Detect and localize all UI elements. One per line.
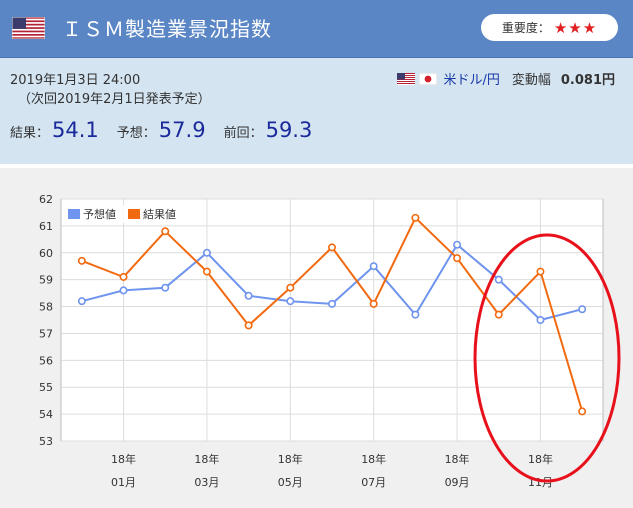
result-label: 結果：	[10, 126, 50, 141]
importance-badge: 重要度： ★★★	[481, 14, 618, 41]
result-data-point	[286, 283, 295, 292]
x-tick-year-label: 18年	[111, 452, 136, 466]
y-tick-label: 62	[39, 193, 53, 206]
forecast-data-point	[369, 262, 378, 271]
y-tick-label: 58	[39, 301, 53, 314]
y-tick-label: 59	[39, 274, 53, 287]
y-tick-label: 55	[39, 381, 53, 394]
result-data-point	[411, 213, 420, 222]
forecast-data-point	[578, 305, 587, 314]
result-data-point	[536, 267, 545, 276]
history-line-chart: 53 54 55 56 57 58 59 60 61 62 18年 01月 18年 03月 18年 05月 18…	[39, 193, 621, 489]
currency-pair-info: 米ドル/円 変動幅 0.081円	[397, 69, 615, 88]
previous-label: 前回：	[223, 126, 263, 141]
forecast-label: 予想：	[116, 126, 156, 141]
forecast-data-point	[411, 310, 420, 319]
forecast-data-point	[286, 297, 295, 306]
x-tick-month-label: 03月	[194, 476, 219, 489]
y-tick-label: 54	[39, 408, 53, 421]
next-release-date: （次回2019年2月1日発表予定）	[18, 92, 211, 107]
indicator-title: ＩＳＭ製造業景況指数	[62, 17, 272, 41]
result-legend-label: 結果値	[143, 207, 176, 221]
japan-flag-icon	[419, 72, 438, 85]
y-tick-label: 61	[39, 220, 53, 233]
x-tick-month-label: 07月	[361, 476, 386, 489]
x-tick-month-label: 01月	[111, 476, 136, 489]
result-data-point	[453, 254, 462, 263]
forecast-data-point	[161, 283, 170, 292]
forecast-data-point	[119, 286, 128, 295]
x-tick-month-label: 09月	[445, 476, 470, 489]
importance-label: 重要度：	[501, 21, 550, 35]
y-tick-label: 53	[39, 435, 53, 448]
forecast-data-point	[536, 316, 545, 325]
us-flag-small-icon	[397, 72, 416, 85]
x-tick-year-label: 18年	[445, 452, 470, 466]
result-value: 54.1	[52, 118, 99, 142]
result-data-point	[327, 243, 336, 252]
indicator-header: ＩＳＭ製造業景況指数 重要度： ★★★	[0, 0, 633, 58]
y-tick-label: 60	[39, 247, 53, 260]
forecast-data-point	[202, 248, 211, 257]
forecast-legend-swatch	[68, 209, 80, 219]
release-date: 2019年1月3日 24:00	[10, 73, 141, 88]
result-data-point	[369, 299, 378, 308]
importance-stars: ★★★	[553, 18, 598, 37]
volatility-value: 0.081円	[560, 73, 615, 88]
y-tick-label: 56	[39, 354, 53, 367]
chart-panel: 53 54 55 56 57 58 59 60 61 62 18年 01月 18年 03月 18年 05月 18…	[0, 168, 633, 508]
forecast-data-point	[494, 275, 503, 284]
currency-pair-link[interactable]: 米ドル/円	[443, 69, 499, 88]
release-info-panel: 2019年1月3日 24:00 （次回2019年2月1日発表予定） 米ドル/円 …	[0, 58, 633, 164]
forecast-data-point	[453, 240, 462, 249]
result-data-point	[494, 310, 503, 319]
forecast-legend-label: 予想値	[83, 207, 116, 221]
y-tick-label: 57	[39, 327, 53, 340]
us-flag-icon	[12, 17, 45, 39]
x-tick-year-label: 18年	[528, 452, 553, 466]
x-tick-year-label: 18年	[194, 452, 219, 466]
result-data-point	[244, 321, 253, 330]
previous-value: 59.3	[265, 118, 313, 142]
x-tick-year-label: 18年	[361, 452, 386, 466]
result-data-point	[202, 267, 211, 276]
result-data-point	[77, 256, 86, 265]
x-tick-month-label: 05月	[278, 476, 303, 489]
forecast-data-point	[244, 291, 253, 300]
x-tick-year-label: 18年	[278, 452, 303, 466]
values-row: 結果： 54.1 予想： 57.9 前回： 59.3	[10, 118, 330, 142]
result-data-point	[578, 407, 587, 416]
volatility-label: 変動幅	[511, 73, 551, 88]
result-legend-swatch	[128, 209, 140, 219]
forecast-data-point	[77, 297, 86, 306]
forecast-data-point	[327, 299, 336, 308]
indicator-widget: ＩＳＭ製造業景況指数 重要度： ★★★ 2019年1月3日 24:00 （次回2…	[0, 0, 633, 508]
forecast-value: 57.9	[158, 118, 206, 142]
result-data-point	[161, 227, 170, 236]
result-data-point	[119, 272, 128, 281]
plot-area	[60, 198, 604, 442]
